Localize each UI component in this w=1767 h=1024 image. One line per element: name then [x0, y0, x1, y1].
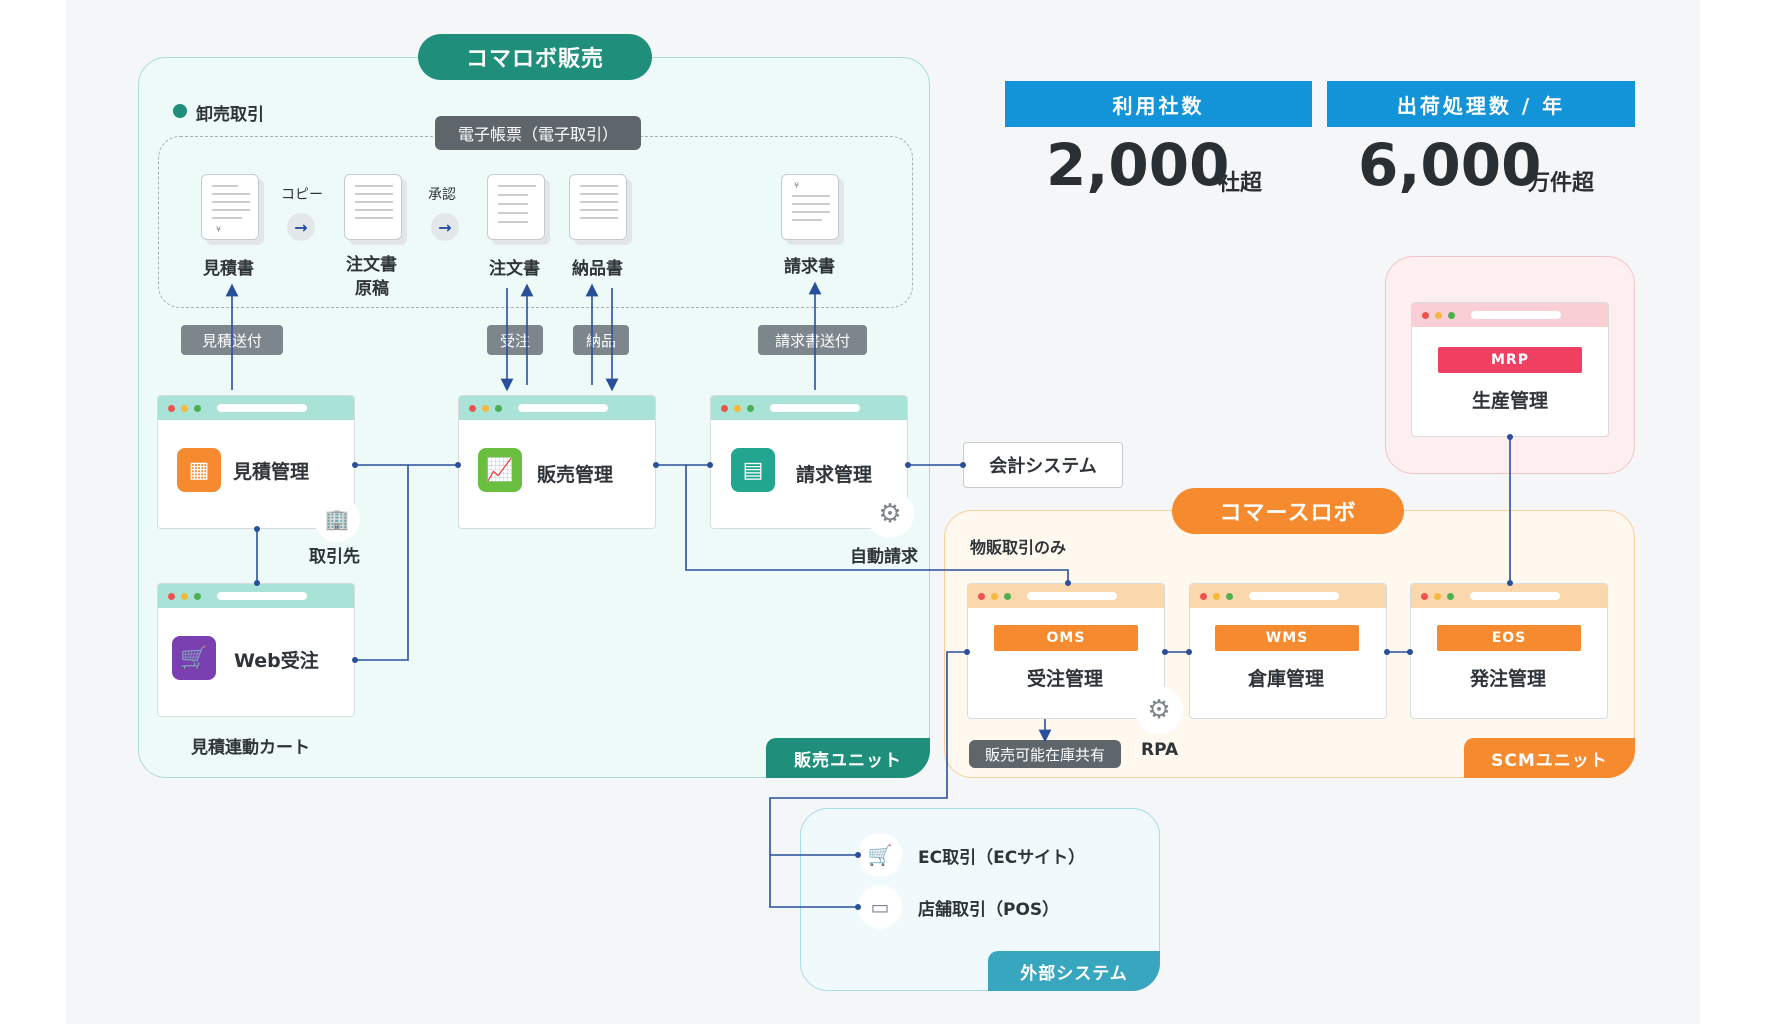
estimate-doc-icon: ¥ — [201, 174, 259, 240]
mrp-title: 生産管理 — [1472, 390, 1549, 412]
estimate-mgmt-title: 見積管理 — [233, 461, 310, 483]
e-document-tag: 電子帳票（電子取引） — [435, 116, 641, 150]
approve-label: 承認 — [428, 187, 456, 203]
approve-arrow-icon: → — [431, 213, 459, 241]
sales-mgmt-title: 販売管理 — [537, 464, 614, 486]
rpa-label: RPA — [1141, 740, 1179, 760]
wms-title: 倉庫管理 — [1248, 668, 1325, 690]
rpa-gear-icon: ⚙ — [1135, 686, 1183, 734]
ec-label: EC取引（ECサイト） — [918, 848, 1086, 868]
sales-unit-title: コマロボ販売 — [418, 34, 652, 80]
cart-icon: 🛒 — [172, 636, 216, 680]
deliver-tag: 納品 — [573, 325, 629, 355]
stat-users-value: 2,000 — [1046, 131, 1230, 199]
gear-icon: ⚙ — [866, 490, 914, 538]
sales-unit-tag: 販売ユニット — [766, 738, 930, 778]
scm-unit-tag: SCMユニット — [1464, 738, 1635, 778]
eos-window[interactable] — [1410, 583, 1608, 719]
cart-label: 見積連動カート — [191, 738, 310, 758]
stat-shipments-header: 出荷処理数 / 年 — [1327, 81, 1635, 127]
order-draft-label-1: 注文書 — [346, 255, 397, 275]
stat-users-unit: 社超 — [1218, 171, 1263, 196]
order-draft-doc-icon — [344, 174, 402, 240]
web-order-title: Web受注 — [234, 650, 319, 672]
eos-title: 発注管理 — [1470, 668, 1547, 690]
oms-window[interactable] — [967, 583, 1165, 719]
cash-register-icon: ▭ — [858, 885, 902, 929]
physical-only-label: 物販取引のみ — [970, 538, 1067, 557]
order-doc-icon — [487, 174, 545, 240]
send-estimate-tag: 見積送付 — [181, 325, 283, 355]
stat-shipments-value: 6,000 — [1358, 131, 1542, 199]
pos-label: 店舗取引（POS） — [918, 900, 1060, 920]
billing-mgmt-title: 請求管理 — [796, 464, 873, 486]
wms-code-tag: WMS — [1215, 625, 1359, 651]
invoice-doc-label: 請求書 — [784, 257, 835, 277]
order-draft-label-2: 原稿 — [355, 279, 389, 299]
stat-shipments-unit: 万件超 — [1528, 171, 1595, 196]
commerce-robo-title: コマースロボ — [1172, 488, 1404, 534]
oms-code-tag: OMS — [994, 625, 1138, 651]
auto-billing-label: 自動請求 — [850, 547, 918, 567]
external-system-tag: 外部システム — [988, 951, 1160, 991]
shopping-cart-icon: 🛒 — [858, 833, 902, 877]
calculator-icon: ▦ — [177, 448, 221, 492]
eos-code-tag: EOS — [1437, 625, 1581, 651]
estimate-doc-label: 見積書 — [203, 259, 254, 279]
wholesale-dot — [173, 104, 187, 118]
accounting-system-box[interactable]: 会計システム — [963, 442, 1123, 488]
copy-arrow-icon: → — [287, 213, 315, 241]
oms-title: 受注管理 — [1027, 668, 1104, 690]
delivery-doc-icon — [569, 174, 627, 240]
stat-users-header: 利用社数 — [1005, 81, 1312, 127]
inventory-share-tag: 販売可能在庫共有 — [969, 740, 1121, 768]
chart-icon: 📈 — [478, 448, 522, 492]
receive-order-tag: 受注 — [487, 325, 543, 355]
copy-label: コピー — [281, 187, 323, 203]
invoice-icon: ▤ — [731, 448, 775, 492]
order-doc-label: 注文書 — [489, 259, 540, 279]
wholesale-label: 卸売取引 — [196, 105, 264, 125]
wms-window[interactable] — [1189, 583, 1387, 719]
partner-label: 取引先 — [309, 547, 360, 567]
delivery-doc-label: 納品書 — [572, 259, 623, 279]
send-invoice-tag: 請求書送付 — [758, 325, 867, 355]
mrp-code-tag: MRP — [1438, 347, 1582, 373]
building-icon: 🏢 — [314, 496, 360, 542]
invoice-doc-icon: ¥ — [781, 174, 839, 240]
